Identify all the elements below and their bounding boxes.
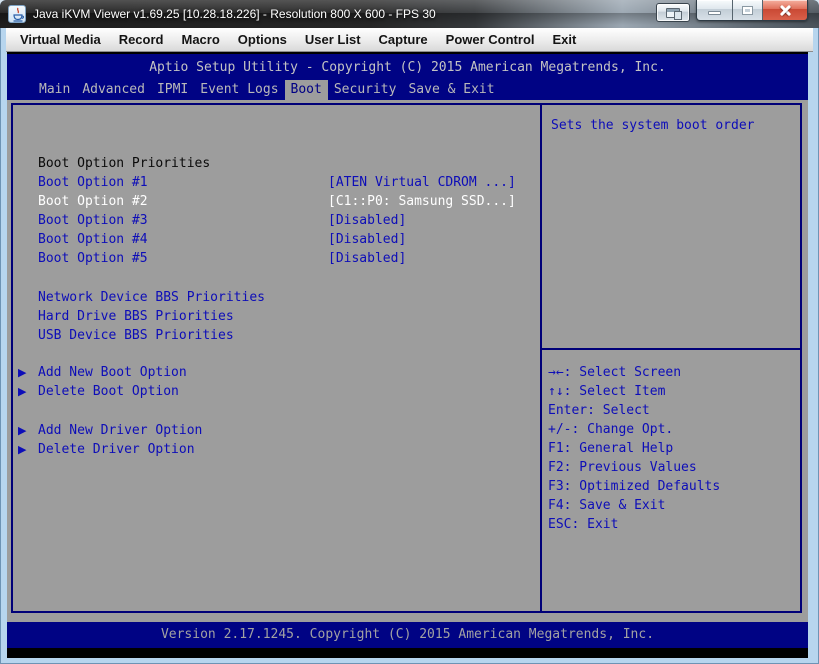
- boot-option-1-label: Boot Option #1: [38, 173, 148, 192]
- menu-options[interactable]: Options: [229, 28, 296, 52]
- window-icon: [666, 8, 680, 18]
- boot-option-2-value: [C1::P0: Samsung SSD...]: [328, 192, 516, 211]
- boot-option-2-label: Boot Option #2: [38, 192, 148, 211]
- minimize-icon: [708, 11, 721, 15]
- bios-screen: Aptio Setup Utility - Copyright (C) 2015…: [7, 52, 808, 658]
- boot-option-5-label: Boot Option #5: [38, 249, 148, 268]
- section-title: Boot Option Priorities: [7, 154, 538, 173]
- network-bbs-priorities[interactable]: Network Device BBS Priorities: [7, 288, 538, 307]
- boot-option-4-value: [Disabled]: [328, 230, 406, 249]
- submenu-arrow-icon: ▶: [18, 440, 26, 459]
- key-esc-exit: ESC: Exit: [548, 515, 618, 534]
- delete-driver-option[interactable]: ▶ Delete Driver Option: [7, 440, 538, 459]
- ikvm-viewer-window: Java iKVM Viewer v1.69.25 [10.28.18.226]…: [0, 0, 819, 664]
- boot-option-5[interactable]: Boot Option #5 [Disabled]: [7, 249, 538, 268]
- boot-option-2[interactable]: Boot Option #2 [C1::P0: Samsung SSD...]: [7, 192, 538, 211]
- add-new-boot-option[interactable]: ▶ Add New Boot Option: [7, 363, 538, 382]
- hard-drive-bbs-priorities[interactable]: Hard Drive BBS Priorities: [7, 307, 538, 326]
- bios-content: Boot Option Priorities Boot Option #1 [A…: [7, 100, 808, 622]
- submenu-arrow-icon: ▶: [18, 363, 26, 382]
- menu-bar: Virtual Media Record Macro Options User …: [6, 28, 813, 52]
- menu-virtual-media[interactable]: Virtual Media: [11, 28, 110, 52]
- boot-option-4-label: Boot Option #4: [38, 230, 148, 249]
- boot-option-1[interactable]: Boot Option #1 [ATEN Virtual CDROM ...]: [7, 173, 538, 192]
- menu-power-control[interactable]: Power Control: [437, 28, 544, 52]
- key-f3-defaults: F3: Optimized Defaults: [548, 477, 720, 496]
- tab-boot[interactable]: Boot: [285, 80, 328, 100]
- add-new-driver-option[interactable]: ▶ Add New Driver Option: [7, 421, 538, 440]
- key-f4-save-exit: F4: Save & Exit: [548, 496, 665, 515]
- submenu-arrow-icon: ▶: [18, 382, 26, 401]
- submenu-arrow-icon: ▶: [18, 421, 26, 440]
- key-select-screen: →←: Select Screen: [548, 363, 681, 382]
- tab-ipmi[interactable]: IPMI: [151, 80, 194, 100]
- close-button[interactable]: [763, 0, 807, 20]
- item-help-text: Sets the system boot order: [551, 116, 755, 135]
- screen-toggle-button[interactable]: [656, 3, 690, 22]
- close-icon: [778, 4, 792, 17]
- key-enter-select: Enter: Select: [548, 401, 650, 420]
- key-change-opt: +/-: Change Opt.: [548, 420, 673, 439]
- bios-version-text: Version 2.17.1245. Copyright (C) 2015 Am…: [7, 622, 808, 648]
- help-pane: Sets the system boot order →←: Select Sc…: [542, 103, 800, 613]
- menu-record[interactable]: Record: [110, 28, 173, 52]
- menu-capture[interactable]: Capture: [370, 28, 437, 52]
- boot-option-3-value: [Disabled]: [328, 211, 406, 230]
- bios-title: Aptio Setup Utility - Copyright (C) 2015…: [7, 58, 808, 77]
- key-select-item: ↑↓: Select Item: [548, 382, 665, 401]
- bios-header: Aptio Setup Utility - Copyright (C) 2015…: [7, 54, 808, 100]
- usb-bbs-priorities[interactable]: USB Device BBS Priorities: [7, 326, 538, 345]
- bios-tab-row: Main Advanced IPMI Event Logs Boot Secur…: [33, 80, 501, 100]
- window-title: Java iKVM Viewer v1.69.25 [10.28.18.226]…: [33, 0, 436, 28]
- java-app-icon: [8, 5, 26, 23]
- key-f2-previous: F2: Previous Values: [548, 458, 697, 477]
- delete-boot-option[interactable]: ▶ Delete Boot Option: [7, 382, 538, 401]
- maximize-icon: [742, 6, 753, 15]
- boot-option-4[interactable]: Boot Option #4 [Disabled]: [7, 230, 538, 249]
- bios-footer: Version 2.17.1245. Copyright (C) 2015 Am…: [7, 622, 808, 648]
- tab-security[interactable]: Security: [328, 80, 403, 100]
- tab-main[interactable]: Main: [33, 80, 76, 100]
- minimize-button[interactable]: [697, 0, 733, 20]
- key-f1-help: F1: General Help: [548, 439, 673, 458]
- menu-macro[interactable]: Macro: [172, 28, 228, 52]
- caption-buttons: [696, 0, 808, 21]
- tab-event-logs[interactable]: Event Logs: [194, 80, 284, 100]
- boot-option-3[interactable]: Boot Option #3 [Disabled]: [7, 211, 538, 230]
- tab-advanced[interactable]: Advanced: [76, 80, 151, 100]
- maximize-button[interactable]: [733, 0, 763, 20]
- menu-exit[interactable]: Exit: [544, 28, 586, 52]
- tab-save-exit[interactable]: Save & Exit: [402, 80, 500, 100]
- boot-option-1-value: [ATEN Virtual CDROM ...]: [328, 173, 516, 192]
- title-bar[interactable]: Java iKVM Viewer v1.69.25 [10.28.18.226]…: [0, 0, 819, 28]
- boot-option-5-value: [Disabled]: [328, 249, 406, 268]
- boot-option-3-label: Boot Option #3: [38, 211, 148, 230]
- menu-user-list[interactable]: User List: [296, 28, 370, 52]
